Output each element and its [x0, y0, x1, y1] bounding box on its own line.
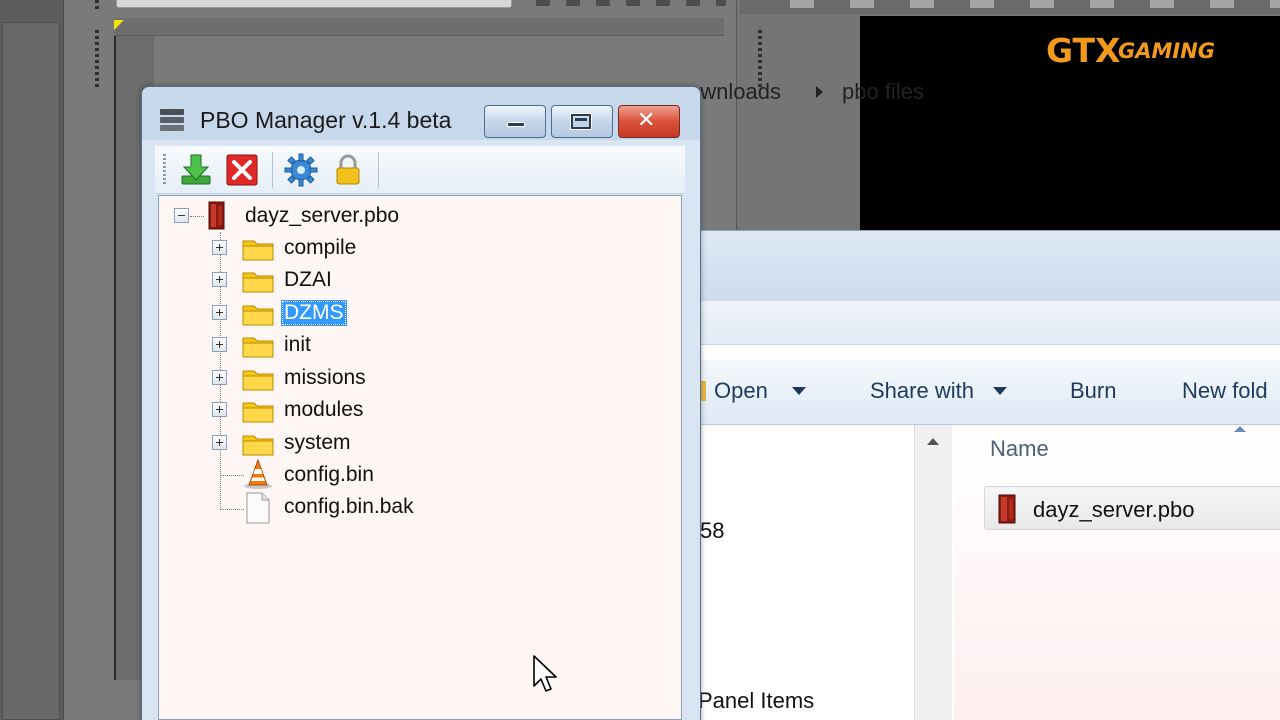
app-stack-icon — [160, 109, 184, 131]
panel-grip-top[interactable] — [95, 0, 99, 12]
padlock-icon[interactable] — [330, 152, 366, 188]
toolbar-grip[interactable] — [163, 154, 166, 186]
maximize-icon — [571, 114, 591, 129]
share-with-dropdown-icon[interactable] — [993, 387, 1007, 395]
tree-folder-compile[interactable]: compile — [212, 233, 412, 263]
folder-icon — [242, 370, 274, 391]
folder-icon — [242, 272, 274, 293]
window-title: PBO Manager v.1.4 beta — [200, 107, 452, 133]
nav-item-control-panel[interactable]: Panel Items — [698, 688, 814, 714]
red-x-icon[interactable] — [224, 152, 260, 188]
brand-logo-sub: GAMING — [1118, 39, 1216, 63]
explorer-address-bar[interactable] — [691, 301, 1280, 345]
tree-label-selected: DZMS — [281, 300, 347, 326]
expand-icon[interactable] — [212, 402, 227, 417]
burn-button[interactable]: Burn — [1070, 378, 1116, 404]
file-name: dayz_server.pbo — [1033, 497, 1195, 522]
folder-icon — [242, 337, 274, 358]
tree-file-config-bin[interactable]: config.bin — [212, 458, 432, 490]
tree-root[interactable]: dayz_server.pbo — [172, 201, 432, 231]
tree-root-label: dayz_server.pbo — [245, 204, 400, 227]
breadcrumb-pbo-files[interactable]: pbo files — [842, 79, 924, 105]
folder-icon — [242, 240, 274, 261]
explorer-titlebar[interactable] — [691, 231, 1280, 301]
tree-label: modules — [284, 398, 364, 421]
green-download-arrow-icon[interactable] — [178, 152, 214, 188]
nav-pane-scrollbar[interactable] — [914, 425, 952, 720]
expand-icon[interactable] — [212, 435, 227, 450]
tree-label: system — [284, 431, 351, 454]
folder-icon — [242, 435, 274, 456]
tree-label: DZAI — [284, 268, 332, 291]
column-header-name[interactable]: Name — [990, 436, 1049, 462]
toolbar-separator — [272, 152, 273, 188]
gear-icon[interactable] — [283, 152, 319, 188]
tree-label: config.bin.bak — [284, 495, 414, 518]
mouse-pointer-icon — [533, 655, 557, 692]
file-row[interactable]: dayz_server.pbo — [984, 486, 1280, 530]
expand-icon[interactable] — [212, 305, 227, 320]
tree-folder-system[interactable]: system — [212, 428, 412, 458]
timeline-ruler[interactable] — [114, 18, 724, 36]
tree-folder-missions[interactable]: missions — [212, 363, 412, 393]
tree-folder-modules[interactable]: modules — [212, 395, 412, 425]
pbo-file-icon — [998, 494, 1016, 524]
editor-top-icons — [536, 0, 726, 6]
editor-left-panel — [2, 22, 60, 720]
open-dropdown-icon[interactable] — [792, 387, 806, 395]
toolbar-separator — [378, 152, 379, 188]
breadcrumb-downloads[interactable]: ownloads — [688, 79, 781, 105]
scroll-up-icon[interactable] — [927, 438, 939, 445]
nav-item-fragment[interactable]: 58 — [700, 518, 724, 544]
explorer-file-list — [954, 425, 1280, 720]
new-folder-button[interactable]: New fold — [1182, 378, 1268, 404]
editor-top-field[interactable] — [116, 0, 512, 8]
maximize-button[interactable] — [551, 105, 613, 138]
expand-icon[interactable] — [212, 370, 227, 385]
brand-logo: GTX — [1046, 31, 1121, 70]
tree-label: init — [284, 333, 311, 356]
expand-icon[interactable] — [212, 337, 227, 352]
folder-icon — [242, 402, 274, 423]
sort-ascending-icon — [1234, 426, 1246, 432]
explorer-navigation-pane — [691, 426, 949, 720]
tree-folder-dzai[interactable]: DZAI — [212, 265, 412, 295]
breadcrumb-separator-icon[interactable] — [816, 86, 823, 98]
expand-icon[interactable] — [212, 240, 227, 255]
tree-label: compile — [284, 236, 357, 259]
tree-folder-init[interactable]: init — [212, 330, 412, 360]
close-button[interactable]: ✕ — [618, 105, 680, 138]
editor-right-buttons — [790, 0, 1280, 8]
pbo-file-icon — [208, 201, 225, 230]
tree-folder-dzms[interactable]: DZMS — [212, 298, 412, 328]
tree-label: config.bin — [284, 463, 374, 486]
tree-label: missions — [284, 366, 366, 389]
minimize-button[interactable] — [484, 105, 546, 138]
folder-icon — [242, 305, 274, 326]
traffic-cone-icon — [244, 458, 272, 489]
open-button[interactable]: Open — [714, 378, 768, 404]
expand-icon[interactable] — [212, 272, 227, 287]
timeline-marker-icon — [114, 20, 124, 30]
blank-file-icon — [246, 492, 270, 524]
close-icon: ✕ — [637, 108, 656, 133]
tree-file-config-bin-bak[interactable]: config.bin.bak — [212, 492, 452, 524]
share-with-button[interactable]: Share with — [870, 378, 974, 404]
panel-grip[interactable] — [95, 30, 99, 88]
collapse-icon[interactable] — [174, 208, 189, 223]
minimize-icon — [507, 122, 525, 127]
